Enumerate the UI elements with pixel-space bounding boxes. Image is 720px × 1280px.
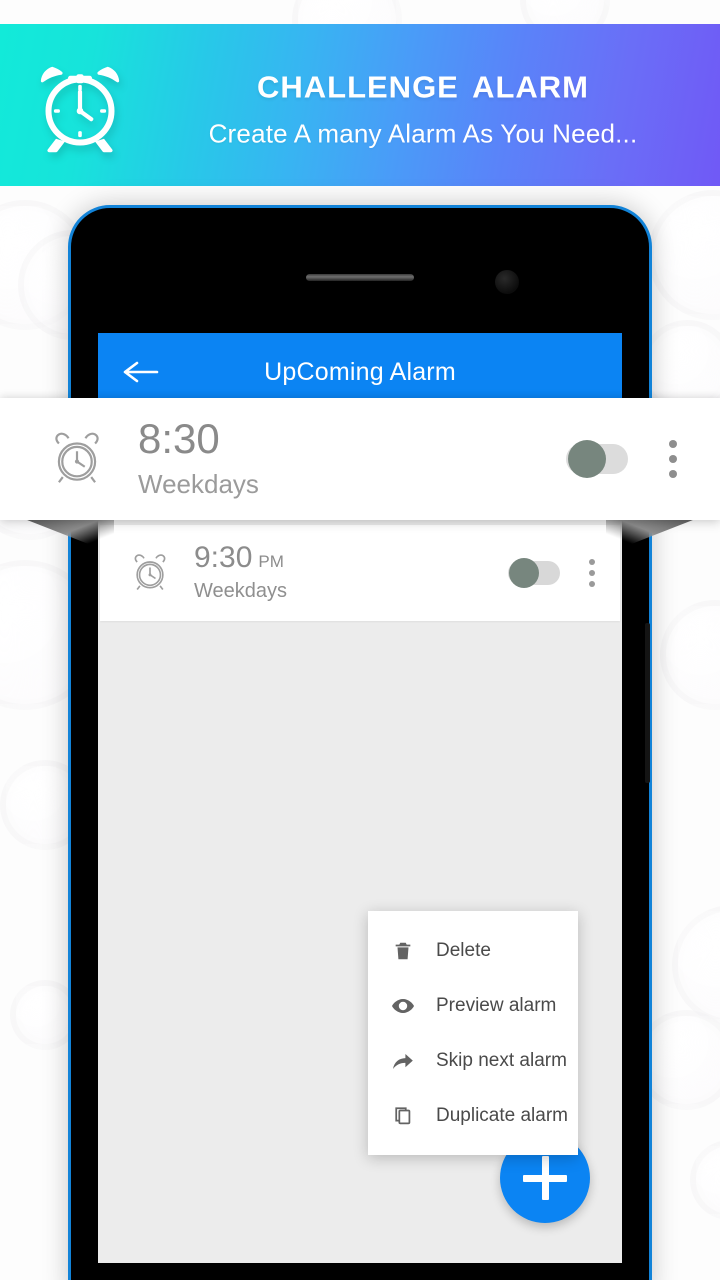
app-subtitle: Create A many Alarm As You Need... — [208, 118, 638, 149]
phone-side-button[interactable] — [645, 623, 650, 783]
app-bar-title: UpComing Alarm — [264, 357, 456, 386]
phone-front-camera — [495, 270, 519, 294]
phone-speaker-grille — [306, 274, 414, 281]
alarm-days: Weekdays — [194, 580, 288, 602]
alarm-toggle[interactable] — [508, 558, 560, 588]
alarm-clock-outline-icon — [128, 551, 172, 595]
menu-item-skip-next-alarm[interactable]: Skip next alarm — [368, 1033, 578, 1088]
menu-item-label: Duplicate alarm — [436, 1104, 568, 1126]
toggle-knob — [568, 440, 606, 478]
alarm-text-block: 9:30 PM Weekdays — [194, 543, 508, 603]
trash-icon — [390, 938, 416, 964]
menu-item-label: Preview alarm — [436, 994, 557, 1016]
copy-icon — [390, 1103, 416, 1129]
highlight-alarm-time: 8:30 — [138, 415, 220, 462]
menu-item-duplicate-alarm[interactable]: Duplicate alarm — [368, 1088, 578, 1143]
back-arrow-icon[interactable] — [123, 359, 159, 385]
ribbon-fold-right — [606, 518, 698, 554]
forward-arrow-icon — [390, 1048, 416, 1074]
phone-mockup: UpComing Alarm 9:30 PM Weekdays Delete P… — [68, 205, 652, 1280]
menu-item-label: Skip next alarm — [436, 1049, 567, 1071]
highlight-alarm-row[interactable]: 8:30 Weekdays — [0, 398, 720, 520]
screenshot-root: Challenge Alarm Create A many Alarm As Y… — [0, 0, 720, 1280]
header-text-block: Challenge Alarm Create A many Alarm As Y… — [150, 60, 696, 149]
alarm-clock-outline-icon — [46, 428, 108, 490]
app-title: Challenge Alarm — [256, 58, 590, 108]
highlight-ribbon: 8:30 Weekdays — [0, 398, 720, 554]
menu-item-delete[interactable]: Delete — [368, 923, 578, 978]
alarm-time-ampm: PM — [258, 552, 284, 571]
app-header-banner: Challenge Alarm Create A many Alarm As Y… — [0, 24, 720, 186]
plus-icon-vertical — [541, 1156, 549, 1200]
more-vertical-icon[interactable] — [578, 559, 606, 587]
menu-item-preview-alarm[interactable]: Preview alarm — [368, 978, 578, 1033]
more-vertical-icon[interactable] — [656, 440, 690, 478]
highlight-alarm-toggle[interactable] — [566, 440, 628, 478]
alarm-time: 9:30 PM — [194, 543, 508, 573]
toggle-knob — [509, 558, 539, 588]
alarm-clock-icon — [32, 57, 128, 153]
highlight-alarm-days: Weekdays — [138, 469, 259, 499]
table-row[interactable]: 9:30 PM Weekdays — [100, 525, 620, 621]
context-menu: Delete Preview alarm Skip next alarm Dup… — [368, 911, 578, 1155]
highlight-text-block: 8:30 Weekdays — [138, 418, 566, 500]
eye-icon — [390, 993, 416, 1019]
alarm-time-value: 9:30 — [194, 541, 253, 574]
menu-item-label: Delete — [436, 939, 491, 961]
